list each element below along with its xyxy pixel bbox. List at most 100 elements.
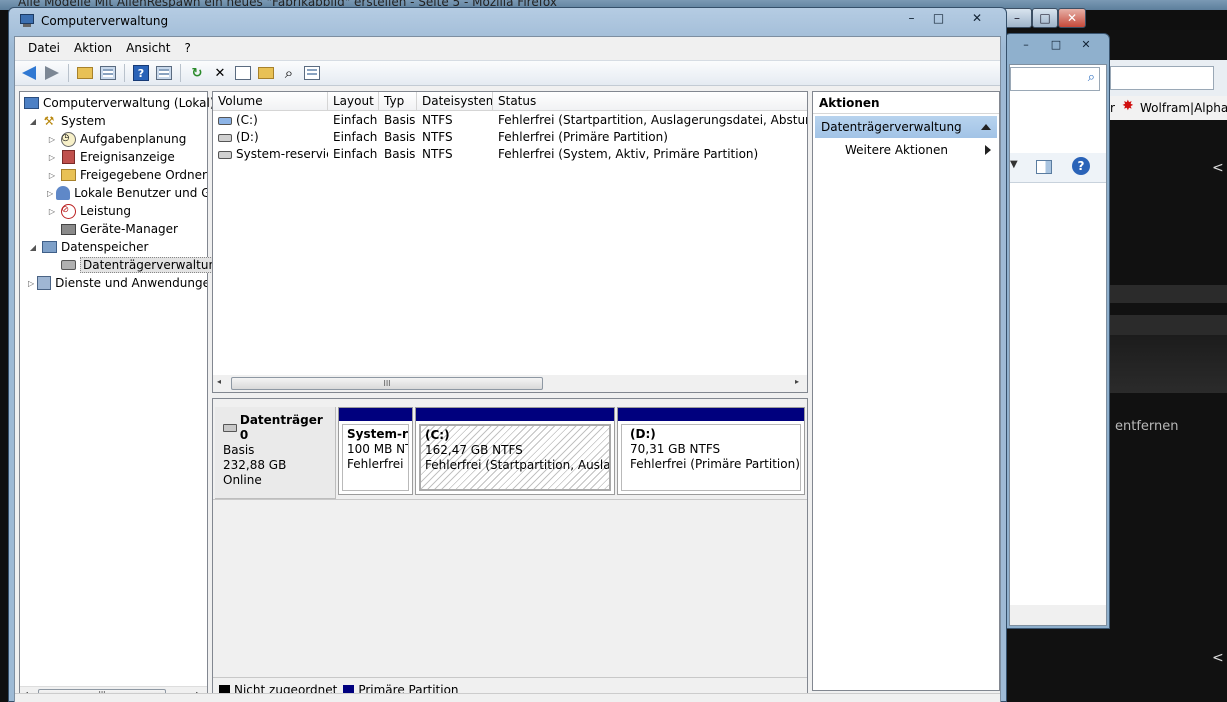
action-weitere-aktionen[interactable]: Weitere Aktionen bbox=[815, 140, 997, 160]
cell-volume: (D:) bbox=[236, 130, 259, 144]
table-row[interactable]: (C:) Einfach Basis NTFS Fehlerfrei (Star… bbox=[213, 112, 807, 129]
explorer-status-area bbox=[1010, 605, 1106, 625]
tree-item-label: Leistung bbox=[80, 204, 131, 218]
menu-help[interactable]: ? bbox=[177, 41, 197, 55]
page-stripe bbox=[1110, 285, 1227, 303]
tree-item-freigegebene-ordner[interactable]: ▷ Freigegebene Ordner bbox=[47, 166, 207, 184]
expander-icon[interactable]: ▷ bbox=[47, 135, 57, 144]
page-stripe bbox=[1110, 315, 1227, 335]
expander-icon[interactable]: ▷ bbox=[28, 279, 34, 288]
toolbar-separator bbox=[124, 64, 125, 82]
cell-volume: (C:) bbox=[236, 113, 258, 127]
partition-name: (C:) bbox=[425, 428, 450, 442]
tree-item-label: Aufgabenplanung bbox=[80, 132, 187, 146]
expander-icon[interactable]: ◢ bbox=[28, 117, 38, 126]
tree-item-datenspeicher[interactable]: ◢ Datenspeicher bbox=[28, 238, 148, 256]
help-button[interactable]: ? bbox=[131, 63, 151, 83]
tree-item-ereignisanzeige[interactable]: ▷ Ereignisanzeige bbox=[47, 148, 175, 166]
cell-status: Fehlerfrei (Primäre Partition) bbox=[498, 130, 668, 144]
properties-button[interactable] bbox=[233, 63, 253, 83]
scroll-left-icon[interactable]: ◂ bbox=[217, 377, 221, 386]
menu-datei[interactable]: Datei bbox=[21, 41, 67, 55]
action-pane-button[interactable] bbox=[154, 63, 174, 83]
expander-icon[interactable]: ▷ bbox=[47, 189, 53, 198]
bookmark-prefix-text: r bbox=[1110, 101, 1115, 115]
volume-list-horizontal-scrollbar[interactable]: ◂ III ▸ bbox=[213, 375, 807, 392]
performance-icon: ⊘ bbox=[60, 203, 76, 219]
table-row[interactable]: (D:) Einfach Basis NTFS Fehlerfrei (Prim… bbox=[213, 129, 807, 146]
help-icon[interactable]: ? bbox=[1072, 157, 1090, 175]
tree-item-label: Ereignisanzeige bbox=[80, 150, 175, 164]
firefox-close-button[interactable]: ✕ bbox=[1058, 8, 1086, 28]
column-header-typ[interactable]: Typ bbox=[379, 92, 417, 111]
column-header-layout[interactable]: Layout bbox=[328, 92, 379, 111]
show-hide-tree-button[interactable] bbox=[98, 63, 118, 83]
up-folder-icon bbox=[77, 67, 93, 79]
partition-system-reserved[interactable]: System-reserviert 100 MB NTFS Fehlerfrei… bbox=[338, 407, 413, 495]
tree-item-aufgabenplanung[interactable]: ▷ ◷ Aufgabenplanung bbox=[47, 130, 186, 148]
expander-icon[interactable]: ▷ bbox=[47, 171, 57, 180]
services-icon bbox=[37, 276, 52, 290]
tree-item-dienste[interactable]: ▷ Dienste und Anwendungen bbox=[28, 274, 207, 292]
page-text-entfernen[interactable]: entfernen bbox=[1115, 419, 1179, 434]
scroll-right-icon[interactable]: ▸ bbox=[795, 377, 799, 386]
column-header-status[interactable]: Status bbox=[493, 92, 807, 111]
scrollbar-thumb[interactable]: III bbox=[231, 377, 543, 390]
minimize-button[interactable]: – bbox=[898, 9, 925, 27]
refresh-button[interactable]: ↻ bbox=[187, 63, 207, 83]
actions-section-label: Datenträgerverwaltung bbox=[821, 120, 962, 134]
tree-item-lokale-benutzer[interactable]: ▷ Lokale Benutzer und Gruppen bbox=[47, 184, 207, 202]
back-button[interactable] bbox=[19, 63, 39, 83]
cell-layout: Einfach bbox=[333, 113, 378, 127]
close-button[interactable]: ✕ bbox=[952, 9, 1002, 27]
table-row[interactable]: System-reserviert Einfach Basis NTFS Feh… bbox=[213, 146, 807, 163]
hard-disk-icon bbox=[223, 424, 237, 432]
menu-ansicht[interactable]: Ansicht bbox=[119, 41, 177, 55]
computer-icon bbox=[23, 97, 39, 109]
disk-0-label[interactable]: Datenträger 0 Basis 232,88 GB Online bbox=[215, 407, 336, 499]
tree-item-label: Lokale Benutzer und Gruppen bbox=[74, 186, 207, 200]
expander-icon[interactable]: ▷ bbox=[47, 207, 57, 216]
search-icon[interactable]: ⌕ bbox=[1088, 70, 1095, 85]
expander-icon[interactable]: ▷ bbox=[47, 153, 57, 162]
window-client-area: Datei Aktion Ansicht ? ? ↻ ✕ ⌕ Computerv… bbox=[14, 36, 1001, 702]
column-header-volume[interactable]: Volume bbox=[213, 92, 328, 111]
cell-dateisystem: NTFS bbox=[422, 113, 453, 127]
actions-section-datentraegerverwaltung[interactable]: Datenträgerverwaltung bbox=[815, 116, 997, 138]
disk-graphical-view: Datenträger 0 Basis 232,88 GB Online Sys… bbox=[212, 398, 808, 702]
disk-type: Basis bbox=[223, 443, 255, 457]
tree-item-datentraegerverwaltung[interactable]: Datenträgerverwaltung bbox=[47, 256, 227, 274]
collapse-caret-icon[interactable] bbox=[981, 124, 991, 130]
share-icon[interactable]: < bbox=[1212, 160, 1224, 176]
explorer-minimize-button[interactable]: – bbox=[1011, 36, 1041, 52]
firefox-search-box[interactable] bbox=[1110, 66, 1214, 90]
disk-name: Datenträger 0 bbox=[239, 413, 323, 442]
firefox-maximize-button[interactable]: □ bbox=[1032, 8, 1058, 28]
settings-button[interactable] bbox=[302, 63, 322, 83]
partition-status: Fehlerfrei (Startpartition, Auslagerungs… bbox=[425, 458, 611, 472]
tree-item-system[interactable]: ◢ ⚒ System bbox=[28, 112, 106, 130]
explorer-close-button[interactable]: ✕ bbox=[1071, 36, 1101, 52]
column-header-dateisystem[interactable]: Dateisystem bbox=[417, 92, 493, 111]
tree-item-label: Freigegebene Ordner bbox=[80, 168, 207, 182]
preview-pane-icon[interactable] bbox=[1036, 160, 1052, 174]
maximize-button[interactable]: □ bbox=[925, 9, 952, 27]
partition-c[interactable]: (C:) 162,47 GB NTFS Fehlerfrei (Startpar… bbox=[415, 407, 615, 495]
forward-button[interactable] bbox=[42, 63, 62, 83]
cell-dateisystem: NTFS bbox=[422, 130, 453, 144]
bookmark-wolfram-alpha[interactable]: Wolfram|Alpha: bbox=[1140, 101, 1227, 115]
chevron-down-icon[interactable]: ▼ bbox=[1010, 159, 1018, 170]
up-button[interactable] bbox=[75, 63, 95, 83]
open-button[interactable] bbox=[256, 63, 276, 83]
partition-d[interactable]: (D:) 70,31 GB NTFS Fehlerfrei (Primäre P… bbox=[617, 407, 805, 495]
explorer-maximize-button[interactable]: □ bbox=[1041, 36, 1071, 52]
search-button[interactable]: ⌕ bbox=[279, 63, 299, 83]
share-icon[interactable]: < bbox=[1212, 650, 1224, 666]
tree-item-geraete-manager[interactable]: Geräte-Manager bbox=[47, 220, 178, 238]
tree-item-leistung[interactable]: ▷ ⊘ Leistung bbox=[47, 202, 131, 220]
explorer-search-box[interactable]: ⌕ bbox=[1010, 67, 1100, 91]
delete-button[interactable]: ✕ bbox=[210, 63, 230, 83]
tree-item-root[interactable]: Computerverwaltung (Lokal) bbox=[23, 94, 215, 112]
expander-icon[interactable]: ◢ bbox=[28, 243, 38, 252]
menu-aktion[interactable]: Aktion bbox=[67, 41, 119, 55]
